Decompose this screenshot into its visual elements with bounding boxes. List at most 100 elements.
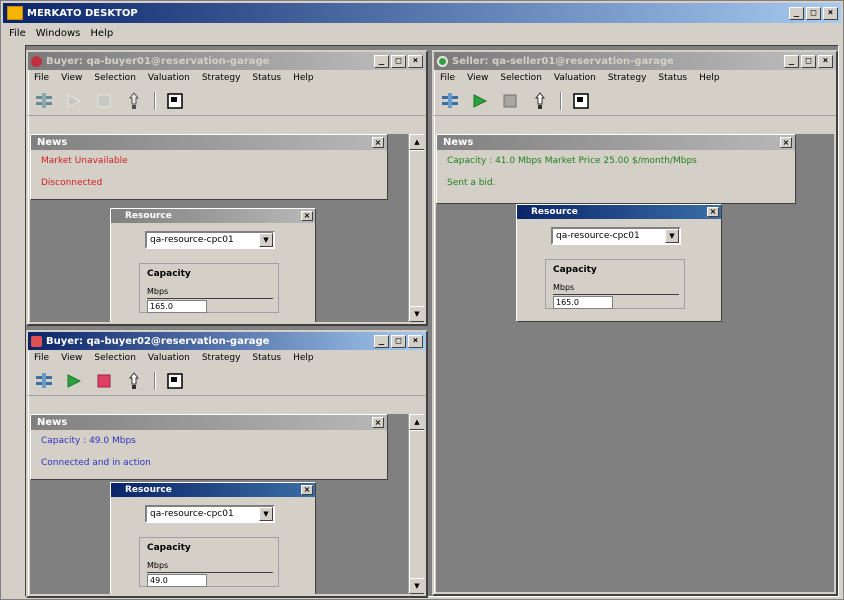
seller01-window: Seller: qa-seller01@reservation-garage _…	[432, 50, 838, 596]
news-panel: News × Market Unavailable Disconnected	[30, 134, 388, 200]
menu-help[interactable]: Help	[293, 353, 314, 363]
scroll-down-button[interactable]: ▼	[409, 306, 424, 322]
menu-selection[interactable]: Selection	[94, 73, 135, 83]
maximize-button[interactable]: □	[801, 54, 816, 68]
menu-strategy[interactable]: Strategy	[202, 73, 241, 83]
menu-valuation[interactable]: Valuation	[554, 73, 596, 83]
buyer02-window: Buyer: qa-buyer02@reservation-garage _ □…	[26, 330, 428, 598]
resource-select-value: qa-resource-cpc01	[556, 231, 640, 241]
maximize-button[interactable]: □	[391, 54, 406, 68]
buyer01-title-bar[interactable]: Buyer: qa-buyer01@reservation-garage _ □…	[28, 52, 426, 70]
resource-select[interactable]: qa-resource-cpc01 ▼	[551, 227, 681, 245]
play-icon[interactable]	[470, 91, 490, 111]
menu-view[interactable]: View	[467, 73, 488, 83]
close-button[interactable]: ×	[408, 54, 423, 68]
desktop-area: Buyer: qa-buyer01@reservation-garage _ □…	[25, 45, 839, 598]
toolbar	[28, 86, 426, 116]
stop-icon[interactable]	[500, 91, 520, 111]
minimize-button[interactable]: _	[374, 334, 389, 348]
news-panel: News × Capacity : 41.0 Mbps Market Price…	[436, 134, 796, 204]
resource-title: Resource	[125, 211, 172, 221]
close-icon[interactable]: ×	[707, 207, 719, 217]
resource-select[interactable]: qa-resource-cpc01 ▼	[145, 231, 275, 249]
menu-help[interactable]: Help	[699, 73, 720, 83]
menu-file[interactable]: File	[440, 73, 455, 83]
menu-file[interactable]: File	[34, 73, 49, 83]
stop-icon[interactable]	[94, 91, 114, 111]
seller-icon	[437, 55, 448, 67]
close-button[interactable]: ×	[823, 6, 838, 20]
capacity-label: Capacity	[553, 265, 597, 275]
resource-title: Resource	[125, 485, 172, 495]
menu-view[interactable]: View	[61, 353, 82, 363]
chevron-down-icon[interactable]: ▼	[259, 507, 273, 521]
chevron-down-icon[interactable]: ▼	[259, 233, 273, 247]
menu-strategy[interactable]: Strategy	[608, 73, 647, 83]
close-button[interactable]: ×	[818, 54, 833, 68]
menu-valuation[interactable]: Valuation	[148, 73, 190, 83]
menu-strategy[interactable]: Strategy	[202, 353, 241, 363]
maximize-button[interactable]: □	[806, 6, 821, 20]
scroll-up-button[interactable]: ▲	[409, 134, 424, 150]
close-icon[interactable]: ×	[780, 137, 792, 148]
connect-icon[interactable]	[34, 371, 54, 391]
window-icon[interactable]	[165, 371, 185, 391]
vertical-scrollbar[interactable]: ▲ ▼	[408, 134, 424, 322]
bid-icon[interactable]	[124, 371, 144, 391]
menu-view[interactable]: View	[61, 73, 82, 83]
toolbar-separator	[154, 91, 155, 110]
scroll-thumb[interactable]	[409, 150, 424, 310]
minimize-button[interactable]: _	[374, 54, 389, 68]
menu-selection[interactable]: Selection	[94, 353, 135, 363]
vertical-scrollbar[interactable]: ▲ ▼	[408, 414, 424, 594]
play-icon[interactable]	[64, 371, 84, 391]
close-button[interactable]: ×	[408, 334, 423, 348]
app-title-bar[interactable]: MERKATO DESKTOP _ □ ×	[3, 3, 841, 23]
scroll-up-button[interactable]: ▲	[409, 414, 424, 430]
menu-windows[interactable]: Windows	[36, 28, 81, 39]
connect-icon[interactable]	[34, 91, 54, 111]
scroll-down-button[interactable]: ▼	[409, 578, 424, 594]
buyer02-title-bar[interactable]: Buyer: qa-buyer02@reservation-garage _ □…	[28, 332, 426, 350]
window-icon[interactable]	[571, 91, 591, 111]
stop-icon[interactable]	[94, 371, 114, 391]
close-icon[interactable]: ×	[301, 485, 313, 495]
menu-valuation[interactable]: Valuation	[148, 353, 190, 363]
merkato-desktop-window: MERKATO DESKTOP _ □ × File Windows Help …	[0, 0, 844, 600]
seller01-title-bar[interactable]: Seller: qa-seller01@reservation-garage _…	[434, 52, 836, 70]
app-title: MERKATO DESKTOP	[27, 7, 138, 19]
app-menu-bar: File Windows Help	[3, 25, 113, 41]
connect-icon[interactable]	[440, 91, 460, 111]
menu-file[interactable]: File	[34, 353, 49, 363]
resource-title-bar: Resource ×	[517, 205, 721, 219]
menu-help[interactable]: Help	[293, 73, 314, 83]
chevron-down-icon[interactable]: ▼	[665, 229, 679, 243]
scroll-thumb[interactable]	[409, 430, 424, 580]
resource-title-bar: Resource ×	[111, 483, 315, 497]
news-title-bar: News ×	[437, 135, 795, 150]
menu-status[interactable]: Status	[252, 353, 281, 363]
capacity-label: Capacity	[147, 543, 191, 553]
capacity-value-field[interactable]: 49.0	[147, 574, 207, 587]
minimize-button[interactable]: _	[789, 6, 804, 20]
maximize-button[interactable]: □	[391, 334, 406, 348]
menu-file[interactable]: File	[9, 28, 26, 39]
window-icon[interactable]	[165, 91, 185, 111]
bid-icon[interactable]	[530, 91, 550, 111]
minimize-button[interactable]: _	[784, 54, 799, 68]
close-icon[interactable]: ×	[372, 417, 384, 428]
bid-icon[interactable]	[124, 91, 144, 111]
resource-select[interactable]: qa-resource-cpc01 ▼	[145, 505, 275, 523]
capacity-value-field[interactable]: 165.0	[553, 296, 613, 309]
menu-status[interactable]: Status	[658, 73, 687, 83]
capacity-value-field[interactable]: 165.0	[147, 300, 207, 313]
close-icon[interactable]: ×	[301, 211, 313, 221]
menu-help[interactable]: Help	[90, 28, 113, 39]
toolbar-separator	[560, 91, 561, 110]
play-icon[interactable]	[64, 91, 84, 111]
close-icon[interactable]: ×	[372, 137, 384, 148]
menu-selection[interactable]: Selection	[500, 73, 541, 83]
news-title: News	[37, 137, 68, 148]
unit-label: Mbps	[553, 283, 575, 292]
menu-status[interactable]: Status	[252, 73, 281, 83]
